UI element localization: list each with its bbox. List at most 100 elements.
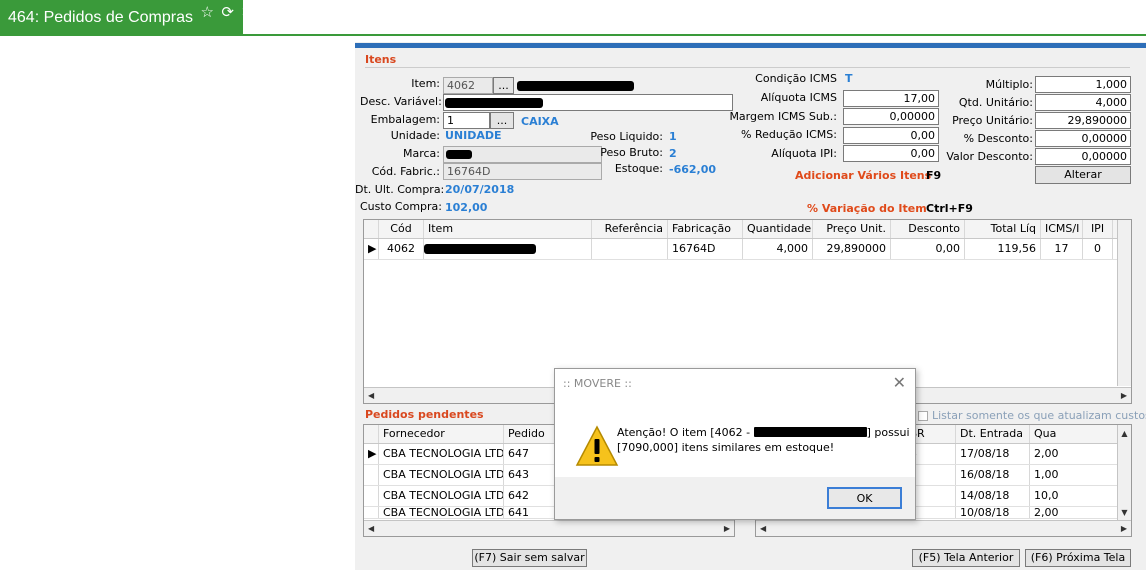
desc-variavel-label: Desc. Variável: [360,95,442,108]
close-icon[interactable]: ✖ [241,3,254,21]
condicao-icms-label: Condição ICMS [755,72,837,85]
aliquota-icms-input[interactable]: 17,00 [843,90,939,107]
row-indicator-header [364,425,379,443]
cell-dt: 16/08/18 [956,465,1030,485]
embalagem-desc: CAIXA [521,115,559,128]
qtd-unitario-input[interactable]: 4,000 [1035,94,1131,111]
cell-fabricacao: 16764D [668,239,743,259]
tela-anterior-button[interactable]: (F5) Tela Anterior [912,549,1020,567]
item-name-redacted [517,81,634,91]
col-item[interactable]: Item [424,220,592,238]
desconto-pct-label: % Desconto: [963,132,1033,145]
cod-fabric-label: Cód. Fabric.: [371,165,440,178]
variacao-item-link[interactable]: % Variação do Item [807,202,927,215]
scroll-left-icon[interactable]: ◀ [368,391,374,400]
estoque-value: -662,00 [669,163,717,176]
scroll-left-icon[interactable]: ◀ [760,524,766,533]
adicionar-varios-itens-link[interactable]: Adicionar Vários Itens [795,169,931,182]
margem-icms-sub-input[interactable]: 0,00000 [843,108,939,125]
alterar-button[interactable]: Alterar [1035,166,1131,184]
cell-dt: 10/08/18 [956,507,1030,518]
col-fabricacao[interactable]: Fabricação [668,220,743,238]
items-grid-header: Cód Item Referência Fabricação Quantidad… [364,220,1131,239]
refresh-icon[interactable]: ⟳ [221,3,234,21]
page: 464: Pedidos de Compras ☆ ⟳ ✖ Itens Item… [0,0,1146,578]
scroll-left-icon[interactable]: ◀ [368,524,374,533]
col-quantidade[interactable]: Quantidade [743,220,813,238]
cell-fornecedor: CBA TECNOLOGIA LTD [379,486,504,506]
ok-button[interactable]: OK [827,487,902,509]
col-qua[interactable]: Qua [1030,425,1060,443]
row-indicator [364,507,379,518]
col-ipi[interactable]: IPI [1083,220,1113,238]
margem-icms-sub-label: Margem ICMS Sub.: [729,110,837,123]
scroll-down-icon[interactable]: ▼ [1121,508,1127,517]
valor-desconto-input[interactable]: 0,00000 [1035,148,1131,165]
cell-total: 119,56 [965,239,1041,259]
dialog-message-line2: [7090,000] itens similares em estoque! [617,441,835,454]
scroll-right-icon[interactable]: ▶ [724,524,730,533]
aliquota-ipi-input[interactable]: 0,00 [843,145,939,162]
col-cod[interactable]: Cód [379,220,424,238]
pendentes-right-hscrollbar[interactable]: ◀ ▶ [756,520,1131,536]
dialog-message: Atenção! O item [4062 - ] possui [7090,0… [617,425,910,455]
preco-unitario-input[interactable]: 29,890000 [1035,112,1131,129]
col-total-liq[interactable]: Total Líq [965,220,1041,238]
tab-title: 464: Pedidos de Compras [8,9,193,26]
embalagem-lookup-button[interactable]: ... [490,112,514,129]
embalagem-input[interactable]: 1 [443,112,490,129]
table-row[interactable]: ▶ 4062 16764D 4,000 29,890000 0,00 119,5… [364,239,1131,260]
scroll-right-icon[interactable]: ▶ [1121,524,1127,533]
window-tab[interactable]: 464: Pedidos de Compras ☆ ⟳ ✖ [0,0,254,34]
pendentes-left-hscrollbar[interactable]: ◀ ▶ [364,520,734,536]
dialog-message-line1: Atenção! O item [4062 - ] possui [617,425,910,440]
qtd-unitario-label: Qtd. Unitário: [958,96,1033,109]
row-indicator-header [364,220,379,238]
preco-unitario-label: Preço Unitário: [952,114,1033,127]
col-desconto[interactable]: Desconto [891,220,965,238]
cell-qua: 1,00 [1034,468,1059,481]
item-code-input[interactable]: 4062 [443,77,493,94]
aliquota-ipi-label: Alíquota IPI: [771,147,837,160]
col-fornecedor[interactable]: Fornecedor [379,425,504,443]
marca-label: Marca: [402,147,440,160]
multiplo-input[interactable]: 1,000 [1035,76,1131,93]
unidade-value: UNIDADE [445,129,502,142]
dialog-footer: OK [555,477,915,519]
cell-fornecedor: CBA TECNOLOGIA LTD [379,444,504,464]
reducao-icms-input[interactable]: 0,00 [843,127,939,144]
sair-sem-salvar-button[interactable]: (F7) Sair sem salvar [472,549,587,567]
proxima-tela-button[interactable]: (F6) Próxima Tela [1025,549,1131,567]
col-referencia[interactable]: Referência [592,220,668,238]
col-dt-entrada[interactable]: Dt. Entrada [956,425,1030,443]
peso-liquido-label: Peso Liquido: [590,130,663,143]
items-grid-vscrollbar[interactable] [1117,220,1131,386]
dt-ult-compra-value: 20/07/2018 [445,183,515,196]
scroll-up-icon[interactable]: ▲ [1121,429,1127,438]
cell-qua: 10,0 [1034,489,1059,502]
cell-qua: 2,00 [1034,447,1059,460]
listar-checkbox-label[interactable]: Listar somente os que atualizam custos? [932,409,1146,422]
col-preco-unit[interactable]: Preço Unit. [813,220,891,238]
desconto-pct-input[interactable]: 0,00000 [1035,130,1131,147]
alert-dialog: :: MOVERE :: ✕ Atenção! O item [4062 - ]… [554,368,916,520]
itens-section-title: Itens [365,53,397,66]
peso-bruto-value: 2 [669,147,677,160]
cell-ipi: 0 [1083,239,1113,259]
col-icms[interactable]: ICMS/I [1041,220,1083,238]
dialog-title: :: MOVERE :: [563,377,632,390]
dialog-close-icon[interactable]: ✕ [893,373,906,392]
estoque-label: Estoque: [614,162,663,175]
dialog-line1-pre: Atenção! O item [4062 - [617,426,754,439]
item-lookup-button[interactable]: ... [493,77,514,94]
listar-checkbox[interactable] [918,411,928,421]
scroll-right-icon[interactable]: ▶ [1121,391,1127,400]
star-icon[interactable]: ☆ [200,3,213,21]
unidade-label: Unidade: [390,129,440,142]
cell-quantidade: 4,000 [743,239,813,259]
pendentes-right-vscrollbar[interactable]: ▲ ▼ [1117,425,1131,521]
cell-dt: 14/08/18 [956,486,1030,506]
peso-bruto-label: Peso Bruto: [600,146,663,159]
cell-preco: 29,890000 [813,239,891,259]
cod-fabric-input: 16764D [443,163,602,180]
